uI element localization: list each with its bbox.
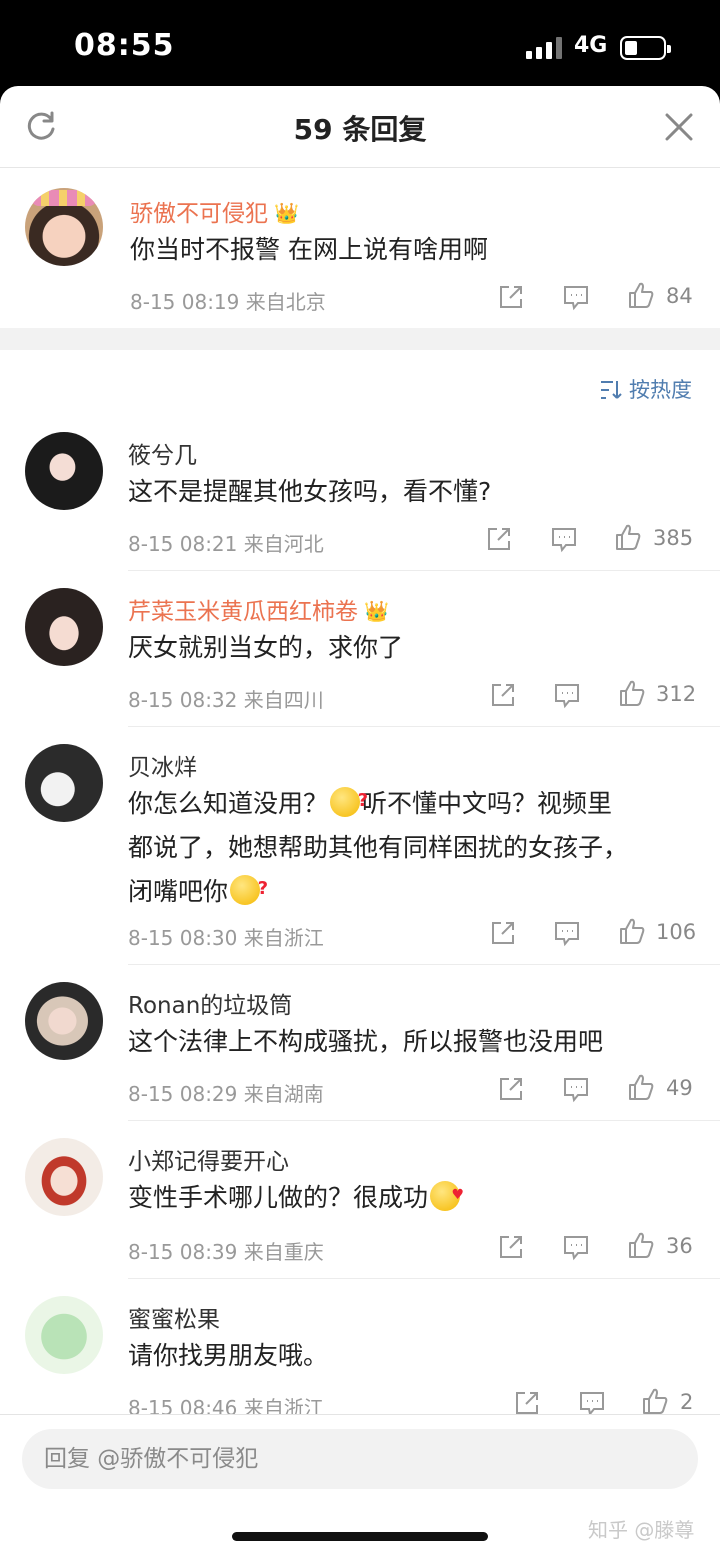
sort-icon <box>601 381 622 399</box>
repost-icon[interactable] <box>488 680 518 710</box>
avatar[interactable] <box>25 188 103 266</box>
divider <box>128 1278 720 1279</box>
page-title: 59 条回复 <box>293 113 427 146</box>
avatar[interactable] <box>25 1138 103 1216</box>
comment-text-part: 闭嘴吧你 <box>128 877 229 906</box>
like-count: 2 <box>680 1390 694 1414</box>
divider <box>128 1120 720 1121</box>
reply-input[interactable] <box>22 1429 698 1489</box>
comment-icon[interactable] <box>561 1074 591 1104</box>
home-indicator[interactable] <box>232 1532 488 1541</box>
divider <box>128 570 720 571</box>
comment-text-line: 闭嘴吧你 <box>128 867 268 914</box>
status-time: 08:55 <box>74 28 175 63</box>
divider <box>128 964 720 965</box>
crown-icon: 👑 <box>364 599 389 623</box>
section-divider <box>0 328 720 350</box>
battery-icon <box>620 36 671 60</box>
like-count: 84 <box>666 284 693 308</box>
network-type: 4G <box>574 33 608 58</box>
comment-icon[interactable] <box>561 1232 591 1262</box>
comment-text: 你怎么知道没用？ 听不懂中文吗？视频里 <box>128 779 613 826</box>
username[interactable]: 小郑记得要开心 <box>128 1142 289 1176</box>
comment-meta: 8-15 08:21 来自河北 <box>128 532 324 556</box>
like-count: 312 <box>656 682 697 706</box>
sort-label[interactable]: 按热度 <box>629 378 692 402</box>
comment-text: 这不是提醒其他女孩吗，看不懂? <box>128 477 492 506</box>
comment-text-part: 变性手术哪儿做的？很成功 <box>128 1183 429 1212</box>
comment-meta: 8-15 08:19 来自北京 <box>130 290 326 314</box>
comment-text: 你当时不报警 在网上说有啥用啊 <box>130 235 488 264</box>
repost-icon[interactable] <box>496 1074 526 1104</box>
emoji-icon <box>230 867 268 911</box>
repost-icon[interactable] <box>496 282 526 312</box>
emoji-icon <box>330 779 368 823</box>
like-count: 106 <box>656 920 697 944</box>
like-icon[interactable] <box>640 1386 670 1416</box>
like-count: 49 <box>666 1076 693 1100</box>
comment-meta: 8-15 08:29 来自湖南 <box>128 1082 324 1106</box>
username[interactable]: 筱兮几 <box>128 436 197 470</box>
signal-icon <box>526 37 562 59</box>
like-count: 385 <box>653 526 694 550</box>
like-icon[interactable] <box>626 280 656 310</box>
username[interactable]: 芹菜玉米黄瓜西红柿卷 👑 <box>128 592 389 626</box>
like-icon[interactable] <box>617 916 647 946</box>
username[interactable]: 骄傲不可侵犯 👑 <box>130 194 299 228</box>
repost-icon[interactable] <box>488 918 518 948</box>
comment-text: 这个法律上不构成骚扰，所以报警也没用吧 <box>128 1027 604 1056</box>
crown-icon: 👑 <box>274 201 299 225</box>
username-text[interactable]: 骄傲不可侵犯 <box>130 201 268 227</box>
comment-text: 请你找男朋友哦。 <box>128 1341 329 1370</box>
username-text[interactable]: 芹菜玉米黄瓜西红柿卷 <box>128 599 358 625</box>
sort-by-hot[interactable]: 按热度 <box>599 374 692 404</box>
comment-icon[interactable] <box>552 918 582 948</box>
like-icon[interactable] <box>626 1230 656 1260</box>
avatar[interactable] <box>25 744 103 822</box>
comment-meta: 8-15 08:30 来自浙江 <box>128 926 324 950</box>
comment-meta: 8-15 08:39 来自重庆 <box>128 1240 324 1264</box>
username[interactable]: Ronan的垃圾筒 <box>128 986 292 1020</box>
comment-icon[interactable] <box>549 524 579 554</box>
repost-icon[interactable] <box>484 524 514 554</box>
like-count: 36 <box>666 1234 693 1258</box>
like-icon[interactable] <box>617 678 647 708</box>
replies-sheet: 59 条回复 骄傲不可侵犯 👑 你当时不报警 在网上说有啥用啊 8-15 08:1… <box>0 86 720 1558</box>
avatar[interactable] <box>25 982 103 1060</box>
like-icon[interactable] <box>613 522 643 552</box>
username[interactable]: 蜜蜜松果 <box>128 1300 220 1334</box>
username[interactable]: 贝冰烊 <box>128 748 197 782</box>
comment-text-part: 你怎么知道没用？ <box>128 789 329 818</box>
emoji-icon <box>430 1173 464 1217</box>
comment-text-line: 都说了，她想帮助其他有同样困扰的女孩子， <box>128 833 629 862</box>
comment-icon[interactable] <box>561 282 591 312</box>
comment-text: 厌女就别当女的，求你了 <box>128 633 404 662</box>
close-icon[interactable] <box>664 112 694 142</box>
comment-icon[interactable] <box>552 680 582 710</box>
comment-text: 变性手术哪儿做的？很成功 <box>128 1173 464 1220</box>
avatar[interactable] <box>25 588 103 666</box>
status-bar: 08:55 4G <box>0 0 720 90</box>
watermark: 知乎 @滕尊 <box>588 1518 695 1542</box>
divider <box>128 726 720 727</box>
sheet-header: 59 条回复 <box>0 86 720 168</box>
avatar[interactable] <box>25 432 103 510</box>
comment-text-part: 听不懂中文吗？视频里 <box>362 789 613 818</box>
avatar[interactable] <box>25 1296 103 1374</box>
repost-icon[interactable] <box>496 1232 526 1262</box>
comment-meta: 8-15 08:32 来自四川 <box>128 688 324 712</box>
like-icon[interactable] <box>626 1072 656 1102</box>
